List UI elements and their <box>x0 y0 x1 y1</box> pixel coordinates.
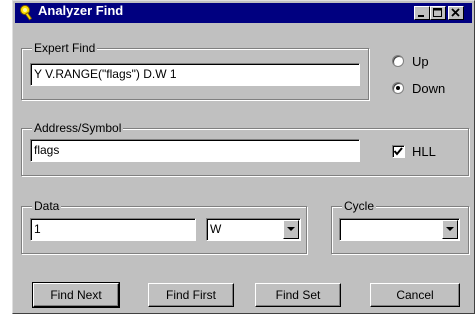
minimize-icon <box>418 15 424 17</box>
magnifier-key-icon <box>18 4 36 22</box>
checkmark-icon <box>393 147 403 156</box>
down-radio[interactable] <box>392 82 404 94</box>
chevron-down-icon <box>287 227 295 231</box>
data-value-input[interactable]: 1 <box>30 218 196 241</box>
close-button[interactable] <box>448 6 464 20</box>
address-symbol-input[interactable]: flags <box>30 139 360 162</box>
data-width-value: W <box>210 222 222 236</box>
cycle-legend: Cycle <box>342 199 377 213</box>
cancel-button[interactable]: Cancel <box>370 283 460 307</box>
window-title: Analyzer Find <box>38 3 124 18</box>
maximize-button[interactable] <box>430 6 446 20</box>
expert-find-input[interactable]: Y V.RANGE("flags") D.W 1 <box>30 63 360 86</box>
hll-label[interactable]: HLL <box>412 144 436 159</box>
data-legend: Data <box>32 199 62 213</box>
find-next-button[interactable]: Find Next <box>32 282 120 308</box>
hll-checkbox[interactable] <box>392 145 405 158</box>
find-set-button[interactable]: Find Set <box>255 283 341 307</box>
up-radio[interactable] <box>392 55 404 67</box>
close-icon <box>451 8 460 17</box>
expert-find-legend: Expert Find <box>32 41 98 55</box>
chevron-down-icon <box>446 227 454 231</box>
address-symbol-legend: Address/Symbol <box>32 121 124 135</box>
cycle-dropdown-button[interactable] <box>442 220 458 239</box>
minimize-button[interactable] <box>414 6 430 20</box>
down-label[interactable]: Down <box>412 81 445 96</box>
data-width-dropdown-button[interactable] <box>283 220 299 239</box>
find-first-button[interactable]: Find First <box>148 283 234 307</box>
up-label[interactable]: Up <box>412 54 429 69</box>
maximize-icon <box>433 8 442 17</box>
